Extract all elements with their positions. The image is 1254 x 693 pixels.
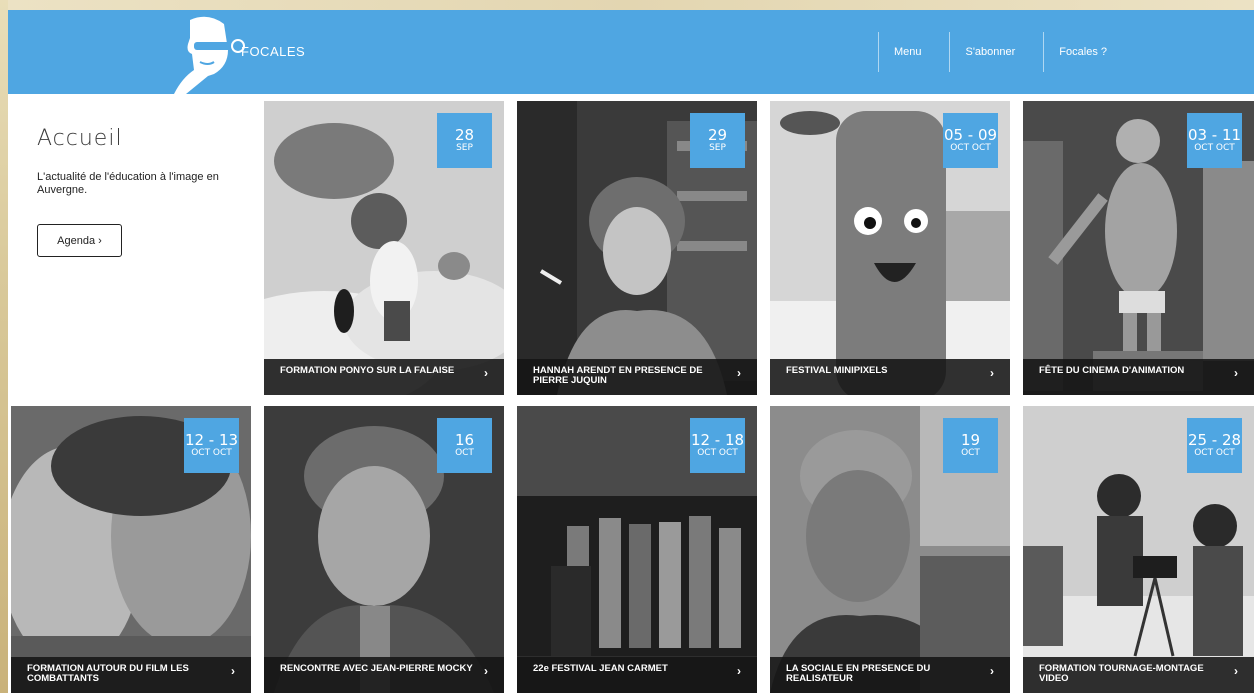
- event-tile-festival-jean-carmet[interactable]: 12 - 18 OCT OCT 22e FESTIVAL JEAN CARMET…: [517, 406, 757, 693]
- event-tile-fete-cinema-animation[interactable]: 03 - 11 OCT OCT FÊTE DU CINEMA D'ANIMATI…: [1023, 101, 1254, 395]
- event-tile-les-combattants[interactable]: 12 - 13 OCT OCT FORMATION AUTOUR DU FILM…: [11, 406, 251, 693]
- event-tile-hannah-arendt[interactable]: 29 SEP HANNAH ARENDT EN PRESENCE DE PIER…: [517, 101, 757, 395]
- date-day: 28: [454, 126, 475, 144]
- page: FOCALES Menu S'abonner Focales ? Accueil…: [8, 10, 1254, 693]
- page-title: Accueil: [37, 126, 123, 151]
- date-month: OCT OCT: [1194, 143, 1235, 153]
- nav-item-about[interactable]: Focales ?: [1043, 10, 1123, 94]
- event-date-badge: 19 OCT: [943, 418, 998, 473]
- event-tile-jean-pierre-mocky[interactable]: 16 OCT RENCONTRE AVEC JEAN-PIERRE MOCKY …: [264, 406, 504, 693]
- date-month: SEP: [709, 143, 726, 153]
- event-caption: 22e FESTIVAL JEAN CARMET ›: [517, 657, 757, 693]
- date-month: OCT: [455, 448, 474, 458]
- event-title: FORMATION AUTOUR DU FILM LES COMBATTANTS: [27, 663, 189, 684]
- date-month: OCT OCT: [950, 143, 991, 153]
- date-day: 12 - 13: [184, 431, 239, 449]
- date-month: OCT OCT: [191, 448, 232, 458]
- decorative-frame-left: [0, 0, 8, 693]
- event-date-badge: 16 OCT: [437, 418, 492, 473]
- event-caption: LA SOCIALE EN PRESENCE DU REALISATEUR ›: [770, 657, 1010, 693]
- event-date-badge: 05 - 09 OCT OCT: [943, 113, 998, 168]
- agenda-button[interactable]: Agenda ›: [37, 224, 122, 257]
- event-title: HANNAH ARENDT EN PRESENCE DE PIERRE JUQU…: [533, 365, 703, 386]
- event-date-badge: 12 - 18 OCT OCT: [690, 418, 745, 473]
- date-month: OCT OCT: [1194, 448, 1235, 458]
- event-caption: FORMATION TOURNAGE-MONTAGE VIDEO ›: [1023, 657, 1254, 693]
- chevron-right-icon: ›: [484, 366, 488, 380]
- page-subtitle: L'actualité de l'éducation à l'image en …: [37, 171, 219, 196]
- date-month: SEP: [456, 143, 473, 153]
- event-caption: FESTIVAL MINIPIXELS ›: [770, 359, 1010, 395]
- event-title: FÊTE DU CINEMA D'ANIMATION: [1039, 365, 1185, 376]
- event-date-badge: 28 SEP: [437, 113, 492, 168]
- chevron-right-icon: ›: [990, 366, 994, 380]
- chevron-right-icon: ›: [737, 664, 741, 678]
- event-date-badge: 03 - 11 OCT OCT: [1187, 113, 1242, 168]
- brand-name[interactable]: FOCALES: [241, 44, 305, 59]
- chevron-right-icon: ›: [231, 664, 235, 678]
- date-day: 16: [454, 431, 475, 449]
- date-day: 29: [707, 126, 728, 144]
- event-date-badge: 29 SEP: [690, 113, 745, 168]
- event-caption: FORMATION AUTOUR DU FILM LES COMBATTANTS…: [11, 657, 251, 693]
- event-title: FORMATION PONYO SUR LA FALAISE: [280, 365, 455, 376]
- chevron-right-icon: ›: [990, 664, 994, 678]
- date-day: 12 - 18: [690, 431, 745, 449]
- date-day: 19: [960, 431, 981, 449]
- event-title: FESTIVAL MINIPIXELS: [786, 365, 888, 376]
- event-caption: FORMATION PONYO SUR LA FALAISE ›: [264, 359, 504, 395]
- chevron-right-icon: ›: [1234, 664, 1238, 678]
- event-caption: RENCONTRE AVEC JEAN-PIERRE MOCKY ›: [264, 657, 504, 693]
- event-title: FORMATION TOURNAGE-MONTAGE VIDEO: [1039, 663, 1204, 684]
- event-caption: FÊTE DU CINEMA D'ANIMATION ›: [1023, 359, 1254, 395]
- event-tile-tournage-montage[interactable]: 25 - 28 OCT OCT FORMATION TOURNAGE-MONTA…: [1023, 406, 1254, 693]
- date-day: 25 - 28: [1187, 431, 1242, 449]
- chevron-right-icon: ›: [484, 664, 488, 678]
- nav-item-subscribe[interactable]: S'abonner: [949, 10, 1031, 94]
- event-title: LA SOCIALE EN PRESENCE DU REALISATEUR: [786, 663, 931, 684]
- date-month: OCT OCT: [697, 448, 738, 458]
- chevron-right-icon: ›: [1234, 366, 1238, 380]
- event-caption: HANNAH ARENDT EN PRESENCE DE PIERRE JUQU…: [517, 359, 757, 395]
- date-day: 05 - 09: [943, 126, 998, 144]
- event-tile-ponyo[interactable]: 28 SEP FORMATION PONYO SUR LA FALAISE ›: [264, 101, 504, 395]
- chevron-right-icon: ›: [737, 366, 741, 380]
- date-month: OCT: [961, 448, 980, 458]
- nav-item-menu[interactable]: Menu: [877, 10, 938, 94]
- date-day: 03 - 11: [1187, 126, 1242, 144]
- focales-logo-icon[interactable]: [168, 14, 248, 94]
- event-date-badge: 25 - 28 OCT OCT: [1187, 418, 1242, 473]
- event-tile-la-sociale[interactable]: 19 OCT LA SOCIALE EN PRESENCE DU REALISA…: [770, 406, 1010, 693]
- event-title: RENCONTRE AVEC JEAN-PIERRE MOCKY: [280, 663, 473, 674]
- main-nav: Menu S'abonner Focales ?: [877, 10, 1254, 94]
- event-date-badge: 12 - 13 OCT OCT: [184, 418, 239, 473]
- intro-panel: Accueil L'actualité de l'éducation à l'i…: [37, 126, 237, 257]
- event-title: 22e FESTIVAL JEAN CARMET: [533, 663, 668, 674]
- site-header: FOCALES Menu S'abonner Focales ?: [8, 10, 1254, 94]
- event-tile-minipixels[interactable]: 05 - 09 OCT OCT FESTIVAL MINIPIXELS ›: [770, 101, 1010, 395]
- decorative-frame-top: [0, 0, 1254, 10]
